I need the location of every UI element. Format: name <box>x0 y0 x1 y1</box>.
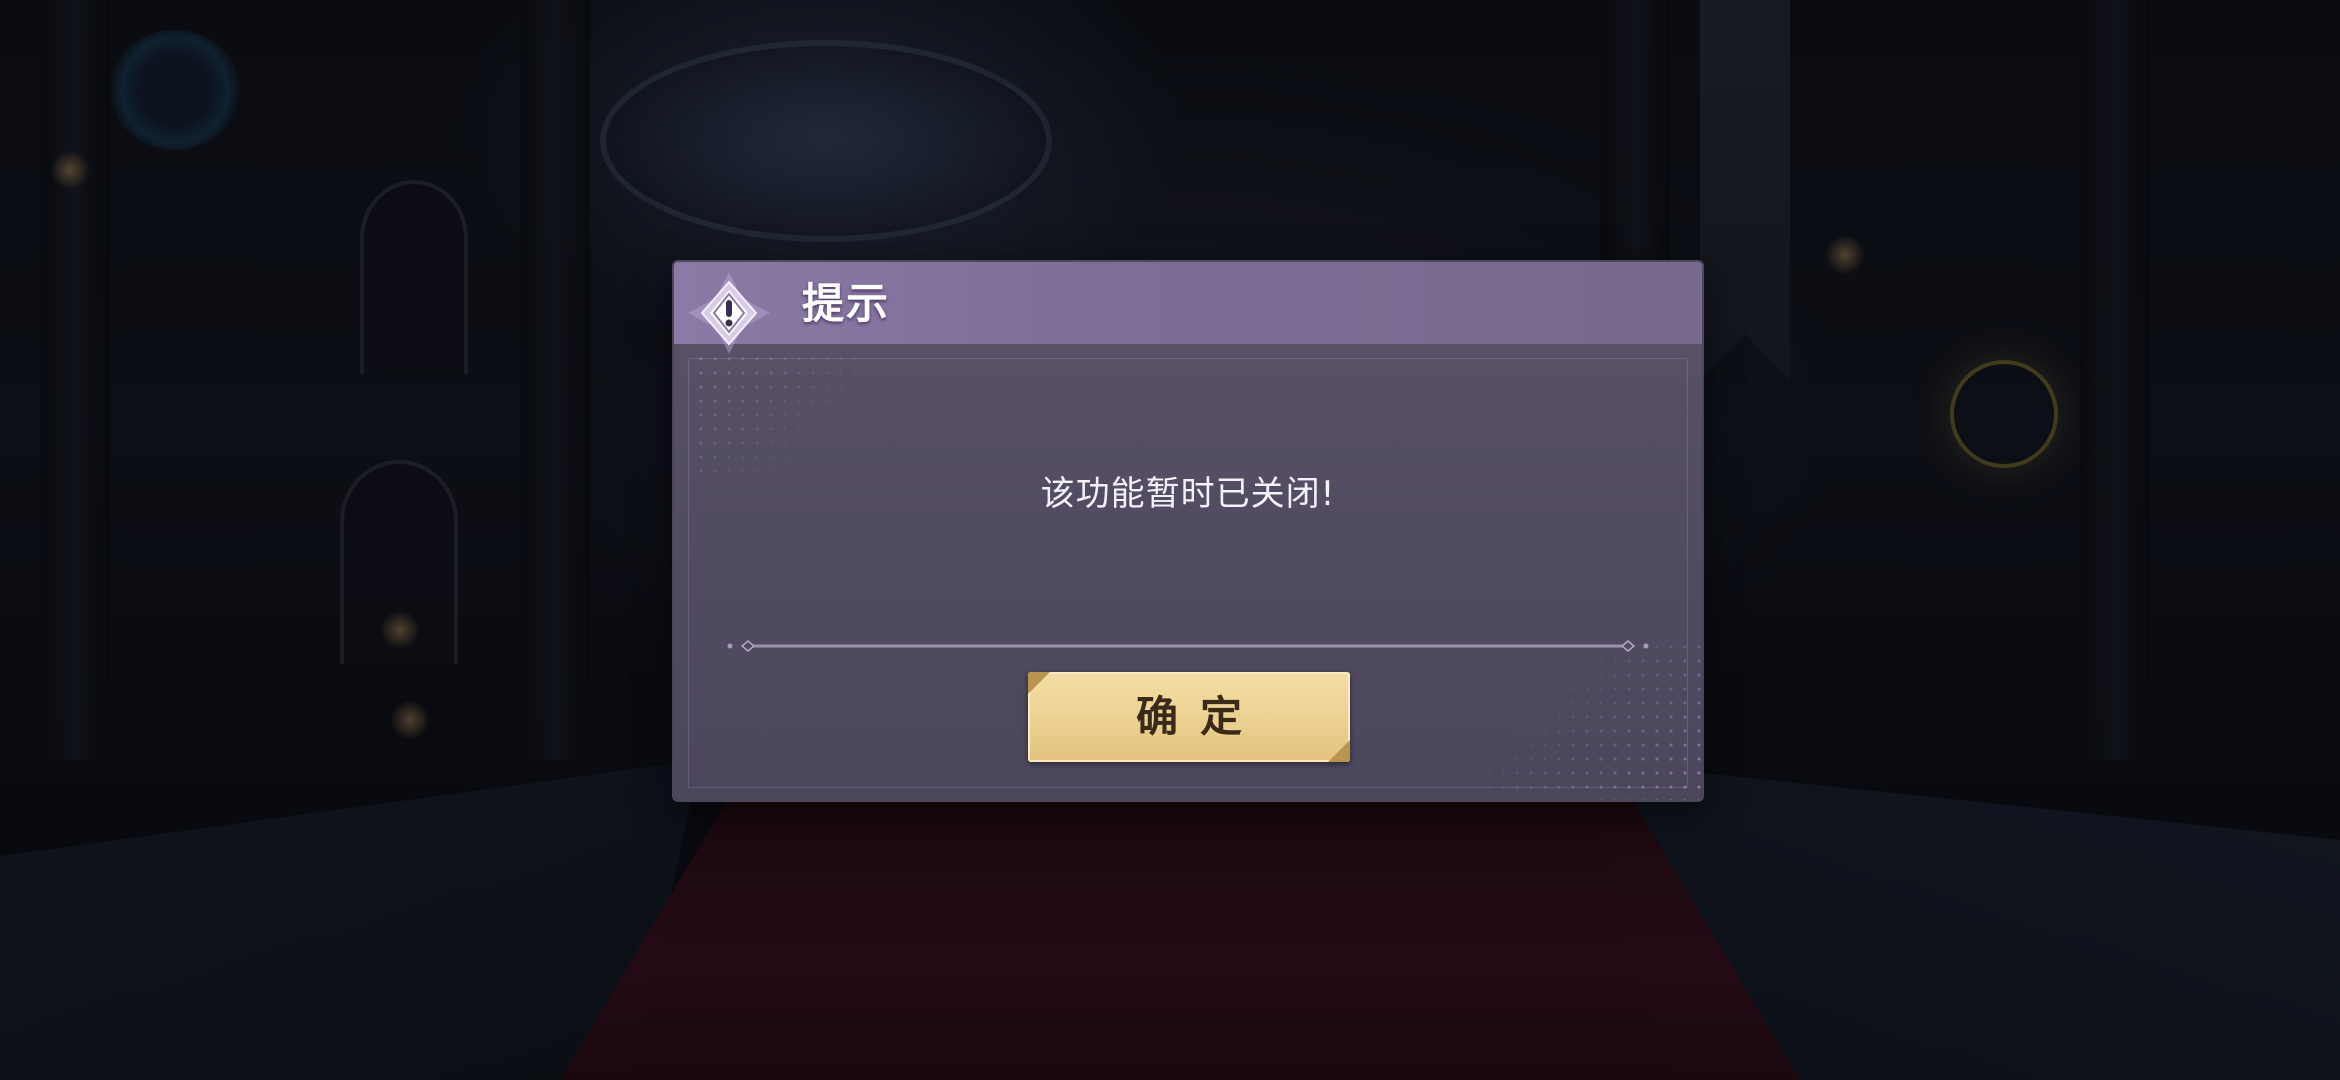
dot-pattern <box>1482 640 1702 800</box>
dialog-message: 该功能暂时已关闭! <box>1040 474 1336 514</box>
confirm-button-label: 确定 <box>1135 692 1264 741</box>
confirm-button[interactable]: 确定 <box>1028 672 1350 762</box>
dot-pattern <box>694 352 894 472</box>
dialog-title: 提示 <box>802 279 891 328</box>
alert-diamond-icon <box>688 272 770 354</box>
divider-line <box>727 640 1649 652</box>
notice-dialog: 提示 该功能暂时已关闭! 确定 <box>674 262 1702 800</box>
